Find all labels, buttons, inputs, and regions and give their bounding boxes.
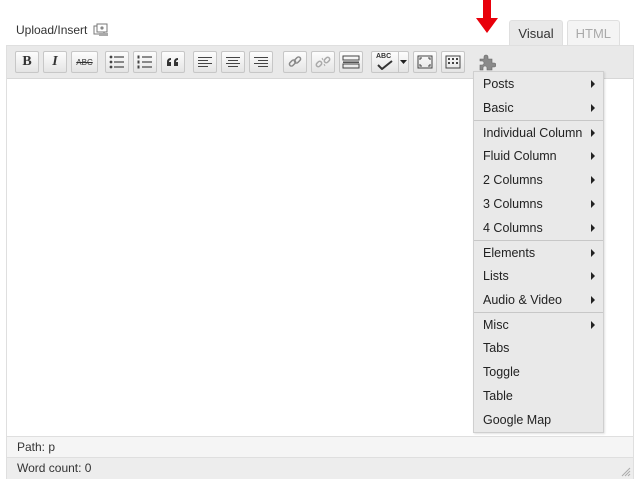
submenu-arrow-icon [591, 176, 595, 184]
menu-item-tabs[interactable]: Tabs [474, 336, 603, 360]
unlink-icon [315, 56, 331, 68]
path-text: Path: p [17, 440, 56, 454]
menu-item-2-columns[interactable]: 2 Columns [474, 168, 603, 192]
upload-insert[interactable]: Upload/Insert [16, 23, 109, 37]
menu-item-basic[interactable]: Basic [474, 96, 603, 120]
upload-insert-label: Upload/Insert [16, 23, 88, 37]
spellcheck-button[interactable]: ABC [371, 51, 409, 73]
tab-visual[interactable]: Visual [509, 20, 563, 47]
puzzle-icon [479, 54, 496, 71]
align-right-button[interactable] [249, 51, 273, 73]
numbered-list-button[interactable] [133, 51, 157, 73]
link-icon [288, 56, 302, 67]
media-icon[interactable] [93, 23, 109, 37]
insert-link-button[interactable] [283, 51, 307, 73]
italic-button[interactable]: I [43, 51, 67, 73]
menu-item-audio-video[interactable]: Audio & Video [474, 288, 603, 312]
strikethrough-button[interactable]: ABC [71, 51, 98, 73]
spellcheck-dropdown[interactable] [398, 52, 408, 72]
unlink-button[interactable] [311, 51, 335, 73]
editor-tabs: Visual HTML [509, 20, 620, 47]
menu-item-3-columns[interactable]: 3 Columns [474, 192, 603, 216]
blockquote-button[interactable] [161, 51, 185, 73]
bullet-list-button[interactable] [105, 51, 129, 73]
submenu-arrow-icon [591, 80, 595, 88]
kitchen-sink-button[interactable] [441, 51, 465, 73]
spellcheck-icon: ABC [375, 53, 397, 71]
submenu-arrow-icon [591, 200, 595, 208]
menu-item-google-map[interactable]: Google Map [474, 408, 603, 432]
menu-item-misc[interactable]: Misc [474, 312, 603, 336]
submenu-arrow-icon [591, 152, 595, 160]
bold-button[interactable]: B [15, 51, 39, 73]
submenu-arrow-icon [591, 272, 595, 280]
menu-item-table[interactable]: Table [474, 384, 603, 408]
menu-item-4-columns[interactable]: 4 Columns [474, 216, 603, 240]
menu-item-lists[interactable]: Lists [474, 264, 603, 288]
resize-grip-icon[interactable] [621, 467, 631, 477]
tab-html[interactable]: HTML [566, 20, 620, 46]
shortcodes-menu: Posts Basic Individual Column Fluid Colu… [473, 71, 604, 433]
align-left-icon [198, 56, 212, 67]
blockquote-icon [167, 58, 178, 66]
submenu-arrow-icon [591, 249, 595, 257]
submenu-arrow-icon [591, 224, 595, 232]
menu-item-individual-column[interactable]: Individual Column [474, 120, 603, 144]
word-count-text: Word count: 0 [17, 461, 92, 475]
word-count-bar: Word count: 0 [7, 457, 633, 479]
bullet-list-icon [109, 55, 124, 69]
align-center-icon [226, 56, 240, 67]
fullscreen-button[interactable] [413, 51, 437, 73]
shortcodes-button[interactable] [475, 51, 499, 73]
kitchen-sink-icon [445, 55, 461, 69]
submenu-arrow-icon [591, 296, 595, 304]
menu-item-posts[interactable]: Posts [474, 72, 603, 96]
numbered-list-icon [137, 55, 152, 69]
submenu-arrow-icon [591, 321, 595, 329]
align-left-button[interactable] [193, 51, 217, 73]
menu-item-toggle[interactable]: Toggle [474, 360, 603, 384]
menu-item-fluid-column[interactable]: Fluid Column [474, 144, 603, 168]
dropdown-arrow-icon [400, 60, 407, 64]
submenu-arrow-icon [591, 129, 595, 137]
submenu-arrow-icon [591, 104, 595, 112]
insert-more-button[interactable] [339, 51, 363, 73]
align-right-icon [254, 56, 268, 67]
menu-item-elements[interactable]: Elements [474, 240, 603, 264]
more-tag-icon [342, 55, 360, 69]
align-center-button[interactable] [221, 51, 245, 73]
red-arrow-icon [476, 0, 498, 33]
fullscreen-icon [417, 55, 433, 69]
path-bar: Path: p [7, 436, 633, 457]
